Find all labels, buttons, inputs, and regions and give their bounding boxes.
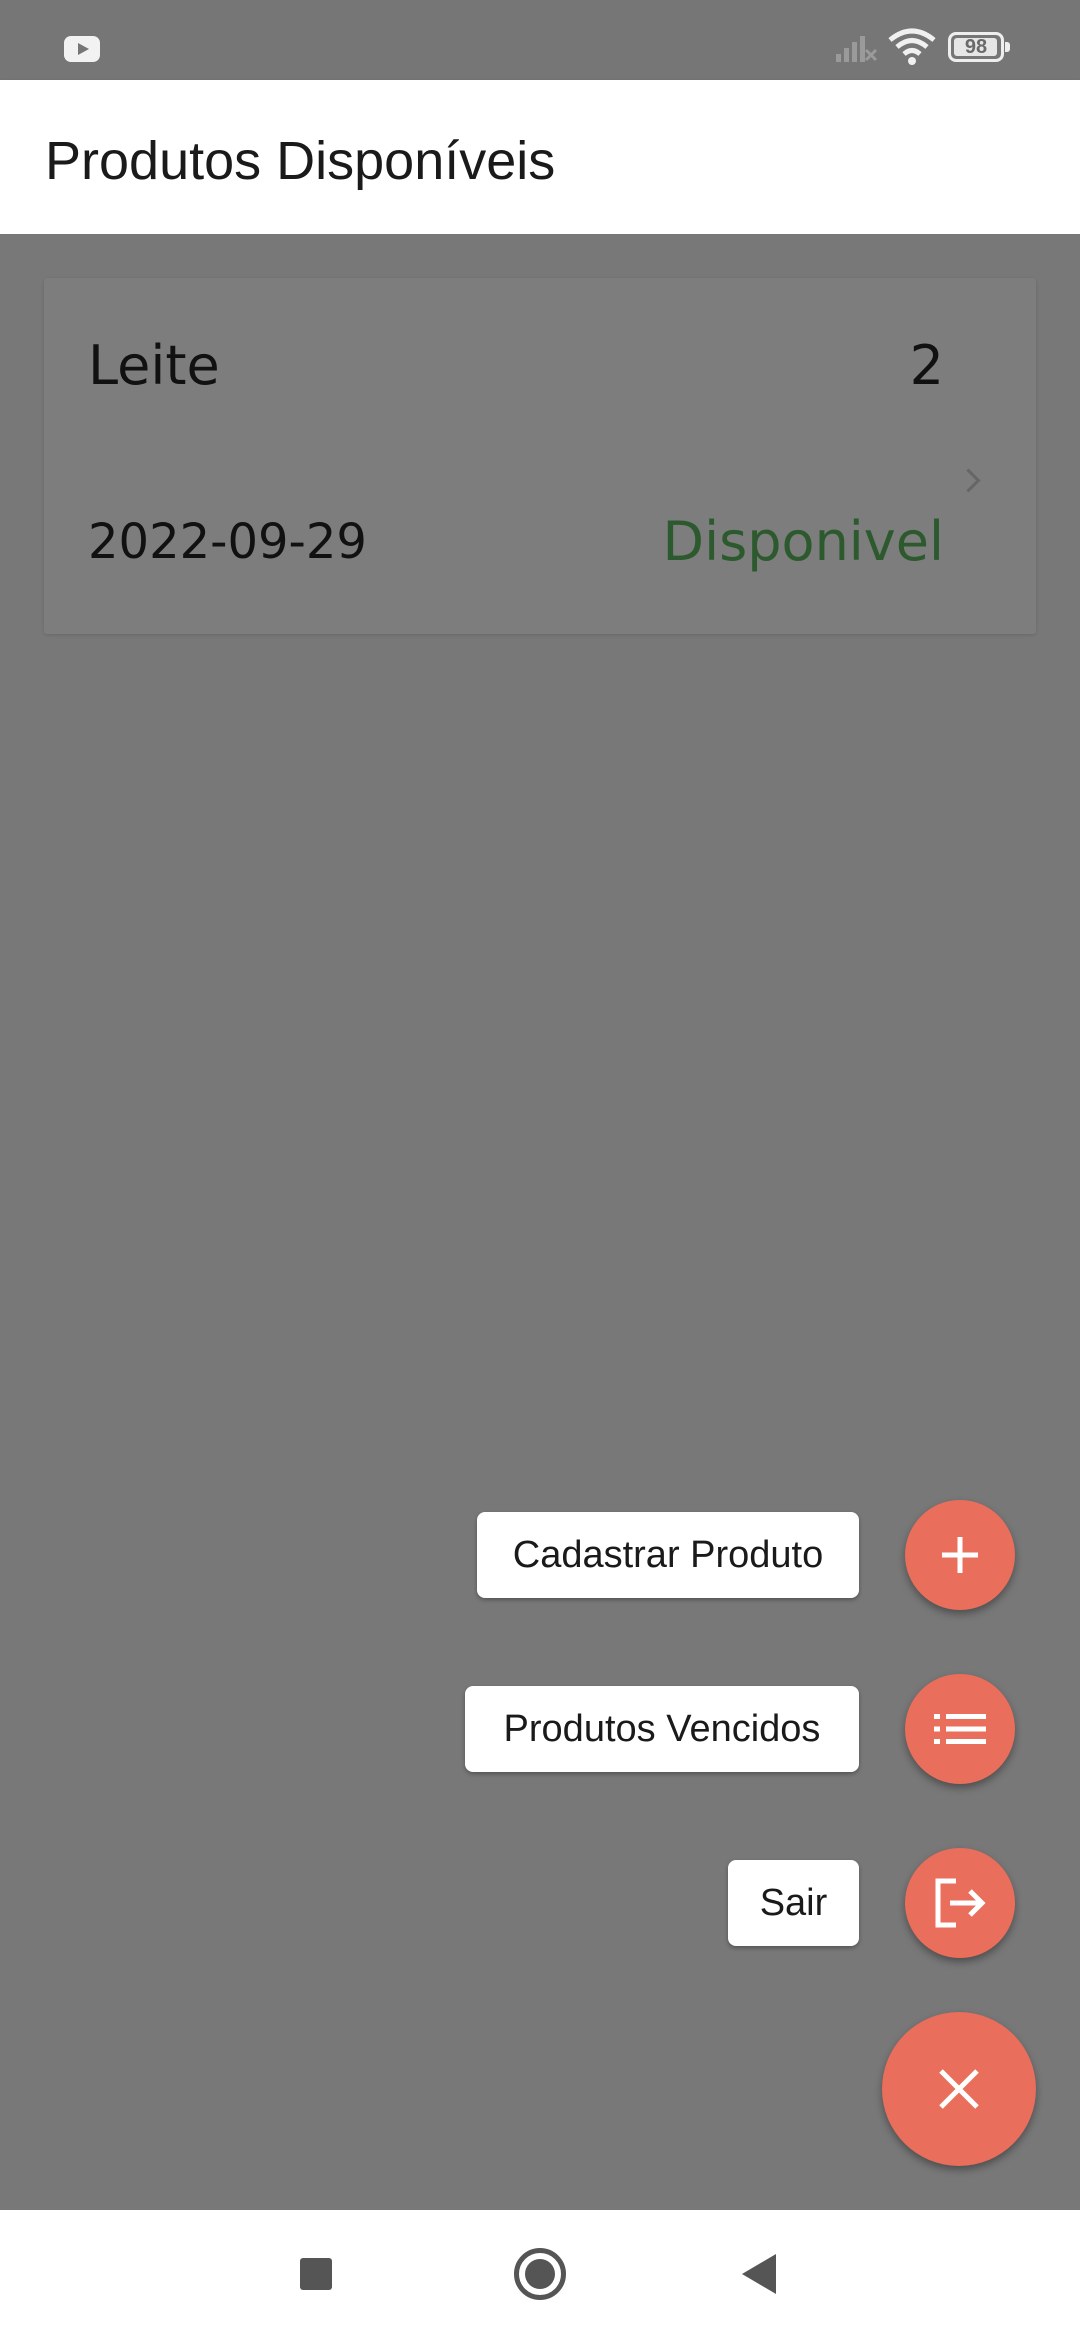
sair-label[interactable]: Sair (728, 1860, 859, 1946)
battery-icon: 98 (948, 32, 1010, 62)
product-date: 2022-09-29 (88, 514, 367, 570)
product-card[interactable]: Leite 2 2022-09-29 Disponivel (44, 278, 1036, 634)
page-title: Produtos Disponíveis (45, 131, 556, 191)
produtos-vencidos-label[interactable]: Produtos Vencidos (465, 1686, 859, 1772)
cadastrar-produto-label[interactable]: Cadastrar Produto (477, 1512, 859, 1598)
navigation-bar (0, 2210, 1080, 2340)
recents-icon[interactable] (300, 2258, 332, 2290)
chevron-right-icon (956, 468, 981, 493)
youtube-icon (64, 36, 100, 62)
product-quantity: 2 (909, 334, 944, 397)
app-bar: Produtos Disponíveis (0, 80, 1080, 234)
plus-icon (942, 1537, 978, 1573)
close-speed-dial-button[interactable] (882, 2012, 1036, 2166)
product-name: Leite (88, 334, 220, 397)
battery-percent: 98 (964, 36, 988, 58)
close-icon (939, 2069, 979, 2109)
logout-button[interactable] (905, 1848, 1015, 1958)
signal-icon (836, 36, 878, 62)
status-bar: 98 (0, 0, 1080, 80)
wifi-icon (888, 28, 936, 65)
product-status: Disponivel (662, 510, 944, 573)
home-icon[interactable] (514, 2248, 566, 2300)
back-icon[interactable] (742, 2254, 776, 2294)
add-product-button[interactable] (905, 1500, 1015, 1610)
logout-icon (935, 1878, 986, 1928)
list-icon (934, 1714, 986, 1744)
expired-products-button[interactable] (905, 1674, 1015, 1784)
